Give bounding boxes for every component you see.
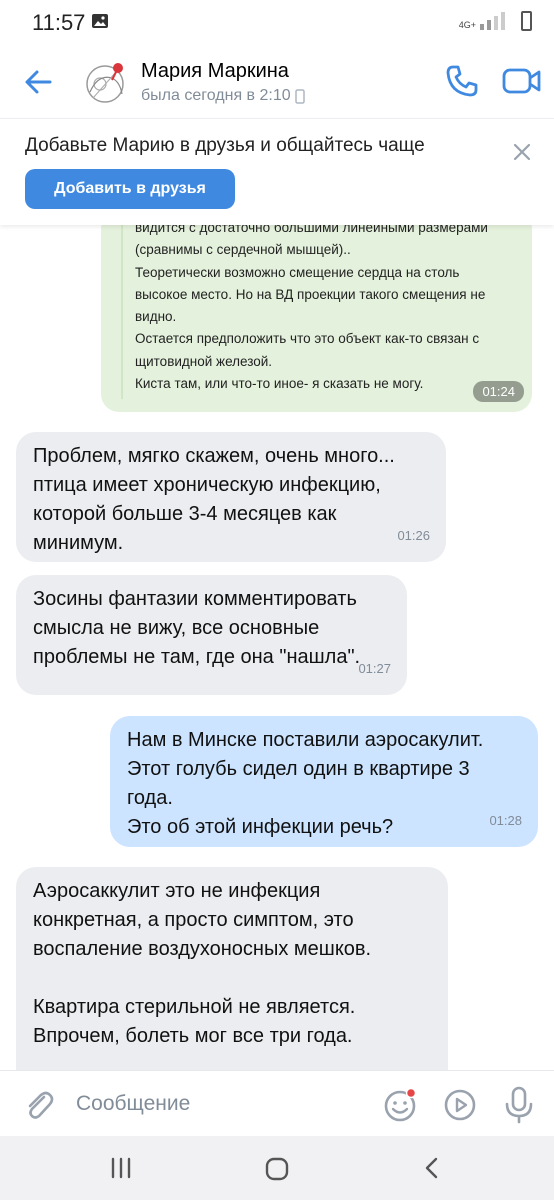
outgoing-message[interactable]: Нам в Минске поставили аэросакулит. Этот… [110, 716, 538, 847]
gallery-icon [92, 14, 108, 28]
message-line: конкретная, а просто симптом, это [33, 909, 354, 931]
contact-status: была сегодня в 2:10 [141, 87, 305, 105]
close-icon[interactable] [509, 139, 535, 165]
forwarded-line: Киста там, или что-то иное- я сказать не… [135, 376, 424, 392]
avatar-image [78, 54, 132, 108]
signal-icon [480, 12, 505, 30]
video-call-icon[interactable] [501, 62, 543, 100]
forwarded-line: Остается предположить что это объект как… [135, 331, 480, 347]
message-line: смысла не вижу, все основные [33, 617, 320, 639]
add-friend-banner: Добавьте Марию в друзья и общайтесь чаще… [0, 118, 554, 225]
message-line: птица имеет хроническую инфекцию, [33, 474, 381, 496]
incoming-message[interactable]: Зосины фантазии комментировать смысла не… [16, 575, 407, 695]
message-composer [0, 1070, 554, 1136]
forwarded-line: видится с достаточно большими линейными … [135, 225, 488, 235]
message-line: Проблем, мягко скажем, очень много... [33, 445, 395, 467]
incoming-message[interactable]: Аэросаккулит это не инфекция конкретная,… [16, 867, 448, 1070]
message-line: Квартира стерильной не является. [33, 996, 356, 1018]
message-time: 01:28 [489, 813, 522, 828]
battery-icon [521, 11, 532, 31]
message-line: Это об этой инфекции речь? [127, 816, 394, 838]
forwarded-message[interactable]: видится с достаточно большими линейными … [101, 225, 532, 412]
last-seen-text: была сегодня в 2:10 [141, 87, 291, 104]
chat-header: Мария Маркина была сегодня в 2:10 [0, 46, 554, 118]
banner-text: Добавьте Марию в друзья и общайтесь чаще [25, 135, 425, 156]
message-time: 01:27 [358, 661, 391, 676]
message-line: Нам в Минске поставили аэросакулит. [127, 729, 484, 751]
message-line: Аэросаккулит это не инфекция [33, 880, 321, 902]
forwarded-line: Теоретически возможно смещение сердца на… [135, 264, 460, 280]
forwarded-line: высокое место. Но на ВД проекции такого … [135, 286, 486, 302]
incoming-message[interactable]: Проблем, мягко скажем, очень много... пт… [16, 432, 446, 562]
message-line: которой больше 3-4 месяцев как [33, 503, 337, 525]
forwarded-line: щитовидной железой. [135, 353, 273, 369]
play-icon[interactable] [442, 1087, 478, 1123]
forwarded-bar [121, 225, 123, 399]
contact-name[interactable]: Мария Маркина [141, 60, 289, 83]
home-icon[interactable] [264, 1156, 290, 1182]
message-line: Впрочем, болеть мог все три года. [33, 1025, 353, 1047]
message-line: Зосины фантазии комментировать [33, 588, 357, 610]
phone-icon[interactable] [443, 62, 481, 100]
recent-apps-icon[interactable] [108, 1156, 134, 1180]
forwarded-text: видится с достаточно большими линейными … [135, 225, 520, 395]
message-line: Этот голубь сидел один в квартире 3 [127, 758, 470, 780]
network-label: 4G+ [458, 20, 476, 30]
message-list[interactable]: видится с достаточно большими линейными … [0, 225, 554, 1070]
message-line: года. [127, 787, 173, 809]
message-time: 01:24 [473, 381, 524, 402]
mobile-device-icon [294, 88, 305, 104]
signal-indicator: 4G+ [459, 12, 506, 30]
status-time: 11:57 [32, 10, 86, 35]
nav-back-icon[interactable] [420, 1156, 444, 1180]
microphone-icon[interactable] [502, 1085, 536, 1125]
forwarded-line: видно. [135, 309, 177, 325]
message-line: воспаление воздухоносных мешков. [33, 938, 372, 960]
message-line: минимум. [33, 532, 124, 554]
message-line: проблемы не там, где она "нашла". [33, 646, 361, 668]
add-friend-button[interactable]: Добавить в друзья [25, 169, 235, 209]
paperclip-icon[interactable] [22, 1088, 56, 1122]
emoji-icon[interactable] [382, 1087, 418, 1123]
status-bar: 11:57 4G+ [0, 0, 554, 46]
forwarded-line: (сравнимы с сердечной мышцей).. [135, 242, 351, 258]
back-arrow-icon[interactable] [20, 64, 56, 100]
avatar[interactable] [78, 54, 132, 108]
message-time: 01:26 [397, 528, 430, 543]
system-nav-bar [0, 1136, 554, 1200]
message-input[interactable] [76, 1085, 366, 1123]
